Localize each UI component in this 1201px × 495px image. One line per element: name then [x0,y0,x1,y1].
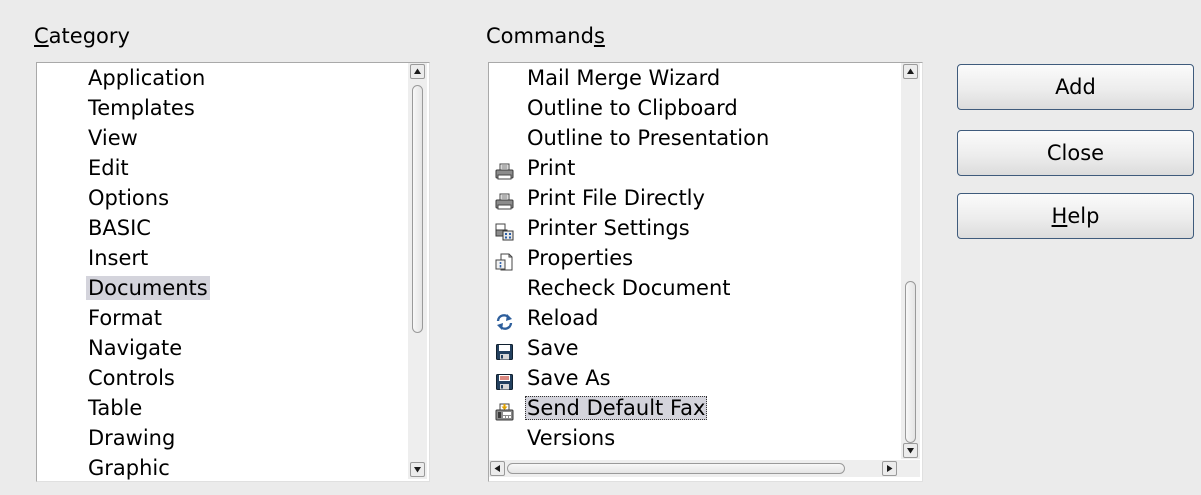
category-item[interactable]: Insert [86,243,150,273]
commands-horizontal-scrollbar[interactable] [489,460,920,477]
category-label-rest: ategory [48,24,130,48]
category-label-mnemonic: C [34,24,49,48]
fax-icon [495,399,514,421]
category-item[interactable]: Application [86,63,207,93]
category-item[interactable]: Edit [86,153,131,183]
category-item-label: BASIC [88,216,151,240]
add-button-label: Add [1055,75,1096,99]
category-item-label: Insert [88,246,149,270]
command-item-label: Send Default Fax [525,396,708,420]
commands-label-mnemonic: s [593,24,605,48]
help-button-label: Help [1052,204,1100,228]
command-item[interactable]: Printer Settings [489,213,692,243]
properties-icon [495,249,514,271]
scroll-left-arrow-icon [494,465,500,472]
help-button[interactable]: Help [957,193,1194,239]
command-item[interactable]: Send Default Fax [489,393,708,423]
command-item-label: Save [527,336,579,360]
category-item[interactable]: Graphic [86,453,172,481]
scroll-up-arrow-icon [414,68,421,74]
help-button-mnemonic: H [1051,204,1068,228]
commands-scroll-thumb[interactable] [905,281,916,443]
scroll-down-arrow-icon [907,448,914,454]
category-item-label: Documents [86,276,210,300]
printer-icon [495,189,514,210]
reload-icon [495,309,514,330]
help-button-label-rest: elp [1067,204,1100,228]
command-item-label: Printer Settings [527,216,690,240]
category-item[interactable]: Drawing [86,423,177,453]
category-item[interactable]: Documents [86,273,210,303]
scroll-right-arrow-icon [887,465,893,472]
close-button[interactable]: Close [957,130,1194,176]
command-item-label: Print [527,156,576,180]
printer-icon [495,159,514,180]
command-item-label: Mail Merge Wizard [527,66,721,90]
command-item-label: Outline to Presentation [527,126,770,150]
commands-horizontal-scroll-thumb[interactable] [507,463,845,474]
category-item-label: Drawing [88,426,176,450]
printer-settings-icon [495,219,514,241]
scroll-down-button[interactable] [903,443,918,458]
category-item[interactable]: View [86,123,140,153]
category-item-label: Options [88,186,170,210]
close-button-label: Close [1046,141,1105,165]
category-list[interactable]: Application Templates View Edit Options BASIC… [36,62,430,482]
command-item[interactable]: Print File Directly [489,183,707,213]
command-item[interactable]: Save As [489,363,613,393]
category-item[interactable]: Navigate [86,333,184,363]
save-icon [495,339,514,360]
command-item[interactable]: Mail Merge Wizard [489,63,722,93]
scroll-up-button[interactable] [903,64,918,79]
category-item[interactable]: Templates [86,93,197,123]
command-item[interactable]: Save [489,333,581,363]
customize-dialog: Category Commands Application Templates Vi… [0,0,1201,495]
category-vertical-scrollbar[interactable] [408,63,427,479]
command-item[interactable]: Print [489,153,577,183]
save-as-icon [495,369,514,390]
command-item[interactable]: Outline to Presentation [489,123,771,153]
commands-label: Commands [486,22,605,50]
scroll-down-button[interactable] [410,462,425,477]
category-label: Category [34,22,130,50]
command-item-label: Properties [527,246,634,270]
commands-list[interactable]: Mail Merge Wizard Outline to Clipboard Out… [488,62,923,482]
command-item[interactable]: Recheck Document [489,273,733,303]
command-item-label: Outline to Clipboard [527,96,738,120]
commands-label-prefix: Command [486,24,594,48]
category-item-label: Graphic [88,456,170,480]
category-item-label: Templates [88,96,195,120]
command-item-label: Save As [527,366,611,390]
scroll-up-arrow-icon [907,68,914,74]
command-item[interactable]: Properties [489,243,635,273]
scroll-left-button[interactable] [490,461,505,476]
scroll-right-button[interactable] [882,461,897,476]
add-button[interactable]: Add [957,64,1194,110]
category-item[interactable]: Format [86,303,164,333]
category-item[interactable]: BASIC [86,213,153,243]
scroll-down-arrow-icon [414,467,421,473]
category-item-label: Application [88,66,206,90]
category-item[interactable]: Controls [86,363,177,393]
category-item-label: Table [88,396,143,420]
category-item-label: View [88,126,138,150]
scroll-up-button[interactable] [410,64,425,79]
command-item[interactable]: Outline to Clipboard [489,93,740,123]
command-item-label: Print File Directly [527,186,705,210]
category-item-label: Controls [88,366,175,390]
category-item-label: Navigate [88,336,183,360]
command-item-label: Reload [527,306,599,330]
category-item-label: Format [88,306,163,330]
command-item-label: Versions [527,426,616,450]
command-item[interactable]: Reload [489,303,600,333]
commands-vertical-scrollbar[interactable] [901,63,920,459]
command-item[interactable]: Versions [489,423,617,453]
command-item-label: Recheck Document [527,276,731,300]
category-item-label: Edit [88,156,129,180]
category-item[interactable]: Table [86,393,144,423]
category-item[interactable]: Options [86,183,171,213]
category-scroll-thumb[interactable] [412,85,423,333]
